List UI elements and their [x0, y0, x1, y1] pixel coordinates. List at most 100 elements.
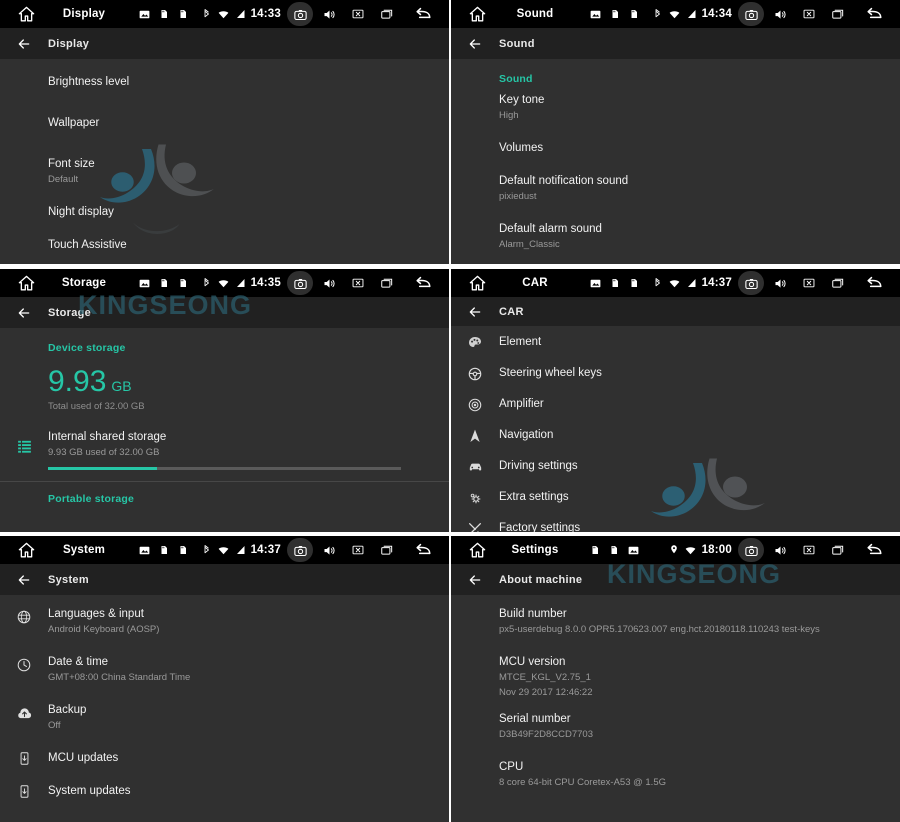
back-icon[interactable]	[854, 4, 894, 24]
volume-icon[interactable]	[767, 271, 793, 295]
close-icon[interactable]	[345, 2, 371, 26]
home-icon[interactable]	[0, 274, 52, 293]
statusbar-left-icons	[589, 8, 640, 21]
recents-icon[interactable]	[825, 271, 851, 295]
list-item-night-display[interactable]: Night display	[0, 205, 449, 220]
arrow-left-icon[interactable]	[0, 36, 48, 52]
recents-icon[interactable]	[374, 271, 400, 295]
signal-icon	[685, 8, 697, 20]
camera-icon[interactable]	[287, 271, 313, 295]
page-title: About machine	[499, 573, 583, 586]
list-item-system-updates[interactable]: System updates	[0, 784, 449, 799]
back-icon[interactable]	[403, 540, 443, 560]
list-item-label: Date & time	[48, 656, 109, 668]
list-item-key-tone[interactable]: Key tone High	[451, 93, 900, 123]
close-icon[interactable]	[796, 271, 822, 295]
panel-car: CAR 14:37 CAR Element Steering wheel key…	[451, 269, 900, 532]
list-item-font-size[interactable]: Font size Default	[0, 157, 449, 187]
list-item-element[interactable]: Element	[451, 327, 900, 358]
list-item-driving-settings[interactable]: Driving settings	[451, 451, 900, 482]
sound-settings-list: Sound Key tone High Volumes Default noti…	[451, 59, 900, 252]
header-display: Display	[0, 28, 449, 59]
list-item-date-time[interactable]: Date & time GMT+08:00 China Standard Tim…	[0, 655, 449, 685]
list-item-volumes[interactable]: Volumes	[451, 141, 900, 156]
list-item-cpu[interactable]: CPU 8 core 64-bit CPU Coretex-A53 @ 1.5G	[451, 760, 900, 790]
home-icon[interactable]	[0, 5, 52, 24]
image-icon	[589, 277, 602, 290]
statusbar-nav-icons	[738, 2, 894, 26]
arrow-left-icon[interactable]	[451, 304, 499, 320]
header-car: CAR	[451, 297, 900, 326]
home-icon[interactable]	[451, 5, 503, 24]
clock-icon	[0, 655, 48, 673]
wifi-icon	[684, 544, 697, 557]
arrow-left-icon[interactable]	[0, 305, 48, 321]
back-icon[interactable]	[854, 540, 894, 560]
list-item-brightness-level[interactable]: Brightness level	[0, 71, 449, 90]
back-icon[interactable]	[403, 273, 443, 293]
sdcard-icon	[609, 277, 621, 289]
camera-icon[interactable]	[738, 2, 764, 26]
camera-icon[interactable]	[738, 538, 764, 562]
back-icon[interactable]	[403, 4, 443, 24]
list-item-internal-shared-storage[interactable]: Internal shared storage 9.93 GB used of …	[0, 430, 449, 460]
list-item-default-notification-sound[interactable]: Default notification sound pixiedust	[451, 174, 900, 204]
volume-icon[interactable]	[767, 2, 793, 26]
list-item-factory-settings[interactable]: Factory settings	[451, 513, 900, 532]
list-item-wallpaper[interactable]: Wallpaper	[0, 116, 449, 131]
list-item-amplifier[interactable]: Amplifier	[451, 389, 900, 420]
list-item-label: Steering wheel keys	[499, 367, 602, 379]
back-icon[interactable]	[854, 273, 894, 293]
statusbar-nav-icons	[287, 538, 443, 562]
list-item-mcu-version[interactable]: MCU version MTCE_KGL_V2.75_1 Nov 29 2017…	[451, 655, 900, 700]
recents-icon[interactable]	[825, 538, 851, 562]
list-item-sublabel: pixiedust	[499, 191, 537, 202]
home-icon[interactable]	[0, 541, 52, 560]
list-item-backup[interactable]: Backup Off	[0, 703, 449, 733]
list-item-languages-input[interactable]: Languages & input Android Keyboard (AOSP…	[0, 607, 449, 637]
list-item-serial-number[interactable]: Serial number D3B49F2D8CCD7703	[451, 712, 900, 742]
arrow-left-icon[interactable]	[451, 36, 499, 52]
arrow-left-icon[interactable]	[451, 572, 499, 588]
camera-icon[interactable]	[287, 2, 313, 26]
list-item-sublabel: Alarm_Classic	[499, 239, 560, 250]
close-icon[interactable]	[796, 538, 822, 562]
recents-icon[interactable]	[374, 2, 400, 26]
list-item-build-number[interactable]: Build number px5-userdebug 8.0.0 OPR5.17…	[451, 607, 900, 637]
storage-used-value: 9.93	[48, 365, 107, 398]
home-icon[interactable]	[451, 274, 503, 293]
volume-icon[interactable]	[767, 538, 793, 562]
camera-icon[interactable]	[287, 538, 313, 562]
row-icon-slot	[451, 222, 499, 224]
section-header: Sound	[499, 73, 533, 85]
list-item-steering-wheel-keys[interactable]: Steering wheel keys	[451, 358, 900, 389]
close-icon[interactable]	[345, 538, 371, 562]
list-item-label: Driving settings	[499, 460, 578, 472]
palette-icon	[451, 335, 499, 351]
volume-icon[interactable]	[316, 538, 342, 562]
recents-icon[interactable]	[825, 2, 851, 26]
row-icon-slot	[0, 116, 48, 118]
list-item-sublabel-2: Nov 29 2017 12:46:22	[499, 687, 593, 698]
arrow-left-icon[interactable]	[0, 572, 48, 588]
list-item-navigation[interactable]: Navigation	[451, 420, 900, 451]
location-pin-icon	[668, 544, 680, 556]
list-item-touch-assistive[interactable]: Touch Assistive	[0, 238, 449, 253]
volume-icon[interactable]	[316, 271, 342, 295]
list-item-sublabel: Android Keyboard (AOSP)	[48, 624, 160, 635]
close-icon[interactable]	[796, 2, 822, 26]
signal-icon	[234, 544, 246, 556]
statusbar-title: System	[62, 544, 106, 556]
page-title: Storage	[48, 306, 92, 319]
camera-icon[interactable]	[738, 271, 764, 295]
volume-icon[interactable]	[316, 2, 342, 26]
list-item-default-alarm-sound[interactable]: Default alarm sound Alarm_Classic	[451, 222, 900, 252]
list-item-extra-settings[interactable]: Extra settings	[451, 482, 900, 513]
close-icon[interactable]	[345, 271, 371, 295]
home-icon[interactable]	[451, 541, 503, 560]
recents-icon[interactable]	[374, 538, 400, 562]
list-item-label: Internal shared storage	[48, 431, 167, 443]
about-machine-list: Build number px5-userdebug 8.0.0 OPR5.17…	[451, 595, 900, 790]
list-item-mcu-updates[interactable]: MCU updates	[0, 751, 449, 766]
statusbar-clock: 14:37	[701, 277, 732, 289]
